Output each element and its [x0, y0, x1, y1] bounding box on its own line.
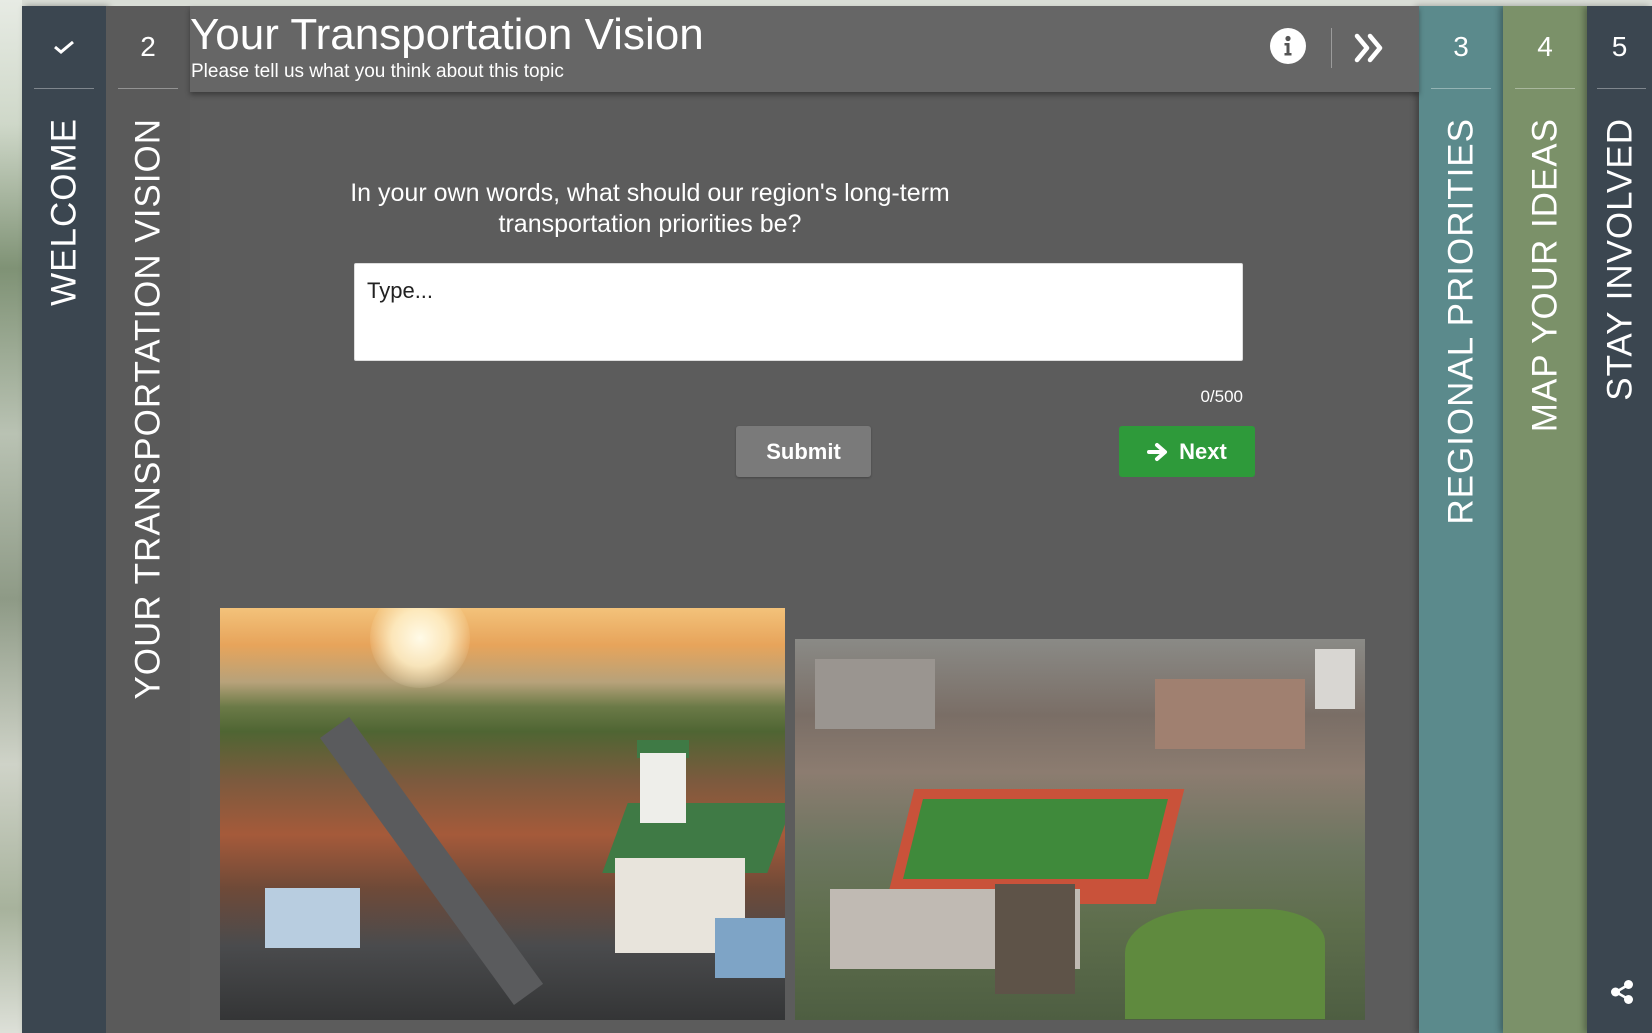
tab-regional-priorities[interactable]: 3 REGIONAL PRIORITIES: [1419, 6, 1503, 1033]
share-icon[interactable]: [1609, 979, 1635, 1005]
tab-divider: [1597, 88, 1646, 89]
tab-stay-involved[interactable]: 5 STAY INVOLVED: [1587, 6, 1652, 1033]
tab-welcome-label: WELCOME: [44, 118, 84, 306]
clock-tower: [640, 753, 686, 823]
double-chevron-right-icon[interactable]: [1353, 32, 1387, 64]
tab-welcome[interactable]: WELCOME: [22, 6, 106, 1033]
submit-button[interactable]: Submit: [736, 426, 871, 477]
tab-transportation-vision[interactable]: 2 YOUR TRANSPORTATION VISION: [106, 6, 190, 1033]
tab-divider: [34, 88, 94, 89]
tab-divider: [1431, 88, 1491, 89]
building: [815, 659, 935, 729]
answer-input[interactable]: [354, 263, 1243, 361]
question-text: In your own words, what should our regio…: [350, 179, 950, 238]
tab-stay-involved-label: STAY INVOLVED: [1600, 118, 1639, 401]
tab-transportation-vision-label: YOUR TRANSPORTATION VISION: [128, 118, 168, 700]
tab-number: 4: [1537, 31, 1553, 62]
tab-divider: [118, 88, 178, 89]
ballfield: [903, 799, 1168, 879]
tab-welcome-status: [22, 6, 106, 88]
panel-header: Your Transportation Vision Please tell u…: [190, 6, 1419, 92]
tab-map-your-ideas[interactable]: 4 MAP YOUR IDEAS: [1503, 6, 1587, 1033]
tab-map-your-ideas-label: MAP YOUR IDEAS: [1525, 118, 1565, 433]
building: [1315, 649, 1355, 709]
info-icon: [1284, 35, 1292, 56]
char-counter: 0/500: [1200, 387, 1243, 406]
page-subtitle: Please tell us what you think about this…: [191, 61, 564, 82]
tab-number: 5: [1611, 31, 1628, 62]
tab-regional-priorities-label: REGIONAL PRIORITIES: [1441, 118, 1481, 525]
building: [1155, 679, 1305, 749]
info-button[interactable]: [1270, 28, 1306, 64]
town-aerial-photo: [220, 608, 785, 1020]
page-title: Your Transportation Vision: [190, 10, 704, 59]
main-panel: Your Transportation Vision Please tell u…: [190, 6, 1419, 1033]
ballpark-aerial-photo: [795, 639, 1365, 1020]
header-divider: [1331, 28, 1332, 68]
rooftop: [265, 888, 360, 948]
building: [995, 884, 1075, 994]
rooftop: [715, 918, 785, 978]
background-image: [0, 0, 22, 1033]
next-button[interactable]: Next: [1119, 426, 1255, 477]
next-button-label: Next: [1179, 438, 1227, 464]
tab-divider: [1515, 88, 1575, 89]
tab-number: 3: [1453, 31, 1469, 62]
sun: [370, 608, 470, 688]
park: [1125, 909, 1325, 1019]
tab-number: 2: [140, 31, 156, 62]
arrow-right-icon: [1147, 442, 1168, 461]
street: [320, 716, 544, 1005]
check-icon: [54, 40, 74, 54]
